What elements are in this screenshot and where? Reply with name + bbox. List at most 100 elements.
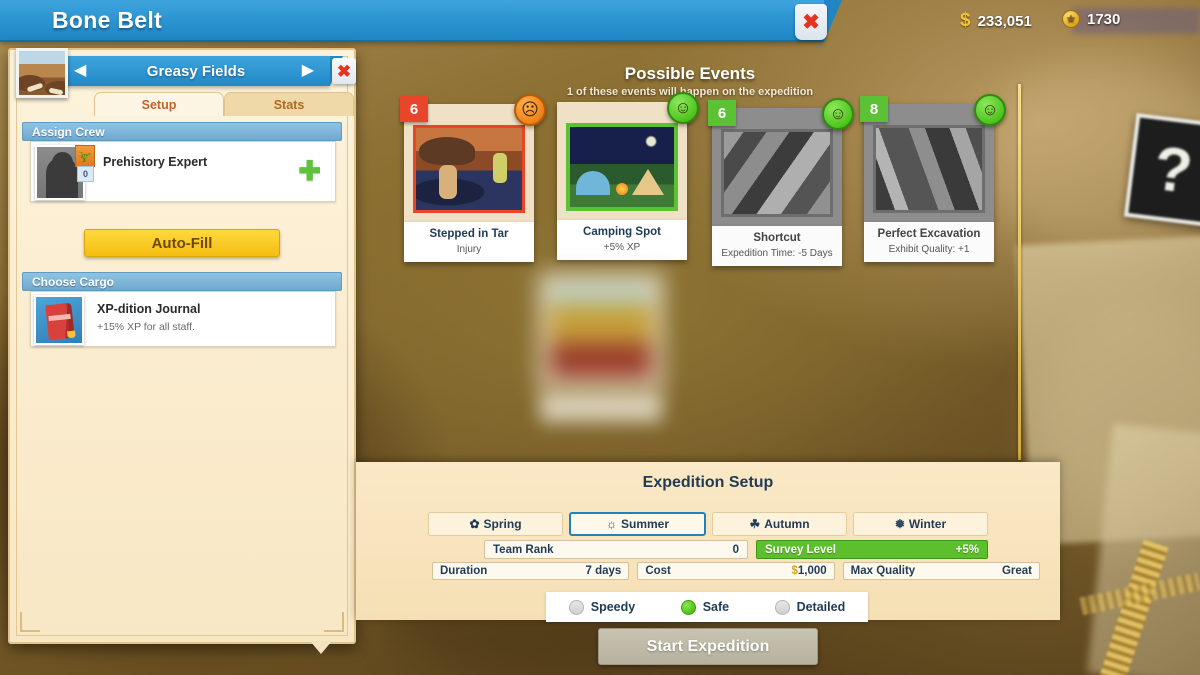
season-summer-label: Summer	[620, 517, 670, 531]
max-quality-label: Max Quality	[850, 565, 916, 577]
cargo-slot-row[interactable]: XP-dition Journal +15% XP for all staff.	[30, 291, 336, 347]
radio-icon	[568, 599, 584, 615]
event-card[interactable]: 6 ☺ Shortcut Expedition Time: -5 Days	[708, 98, 854, 266]
event-card-number: 6	[400, 96, 428, 122]
event-card-label: Perfect Excavation Exhibit Quality: +1	[864, 222, 994, 262]
season-spring-button[interactable]: ✿ Spring	[428, 512, 563, 536]
close-site-panel-button[interactable]: ✖	[332, 58, 356, 84]
panel-notch	[310, 641, 332, 654]
survey-level-label: Survey Level	[765, 543, 836, 556]
survey-level-stat: Survey Level +5%	[756, 540, 988, 559]
choose-cargo-label: Choose Cargo	[32, 274, 115, 289]
cost-label: Cost	[645, 565, 671, 577]
tab-stats-label: Stats	[273, 97, 305, 112]
happy-face-icon: ☺	[822, 98, 854, 130]
pace-speedy-option[interactable]: Speedy	[568, 599, 636, 615]
cost-value-group: $1,000	[791, 565, 826, 577]
possible-events-title: Possible Events	[624, 64, 756, 83]
top-header-bar: Bone Belt	[0, 0, 842, 42]
pace-detailed-option[interactable]: Detailed	[774, 599, 846, 615]
event-card-effect: +5% XP	[603, 242, 641, 253]
blurred-background-card-label	[540, 392, 662, 422]
survey-level-value: +5%	[955, 543, 979, 556]
question-mark-card-icon: ?	[1123, 113, 1200, 227]
event-card-frame: 8 ☺	[860, 94, 1006, 222]
event-card-title: Shortcut	[753, 232, 801, 244]
next-site-arrow-icon[interactable]: ▶	[302, 63, 314, 79]
radio-icon	[774, 599, 790, 615]
pace-safe-label: Safe	[702, 600, 730, 614]
team-rank-label: Team Rank	[493, 543, 554, 556]
badge-glyph: 🦖	[78, 150, 92, 163]
event-card-number: 8	[860, 96, 888, 122]
site-name-label: Greasy Fields	[146, 62, 246, 80]
pace-speedy-label: Speedy	[590, 600, 636, 614]
prehistory-badge-icon: 🦖	[75, 145, 95, 167]
corner-ornament	[20, 606, 46, 632]
season-summer-button[interactable]: ☼ Summer	[569, 512, 706, 536]
corner-ornament	[318, 606, 344, 632]
money-currency: $ 233,051	[960, 10, 1032, 32]
close-window-button[interactable]: ✖	[795, 4, 827, 40]
sidebar-tabs: Setup Stats	[94, 92, 354, 116]
event-card-label: Stepped in Tar Injury	[404, 222, 534, 262]
radio-icon-selected	[680, 599, 696, 615]
gold-coin-icon: ★	[1062, 10, 1080, 28]
event-card-art	[413, 125, 525, 213]
season-autumn-label: Autumn	[764, 517, 810, 531]
event-card-art	[721, 129, 833, 217]
fame-currency: ★ 1730	[1062, 10, 1120, 28]
cargo-name-label: XP-dition Journal	[97, 302, 201, 316]
event-card-title: Camping Spot	[583, 226, 661, 238]
cost-value: 1,000	[797, 565, 827, 577]
page-title: Bone Belt	[52, 6, 163, 33]
journal-book-icon	[34, 295, 84, 345]
event-card[interactable]: ☺ Camping Spot +5% XP	[557, 92, 699, 260]
happy-face-icon: ☺	[667, 92, 699, 124]
max-quality-value: Great	[1001, 565, 1032, 577]
dollar-coin-icon: $	[960, 10, 971, 31]
close-icon: ✖	[336, 61, 352, 81]
max-quality-stat: Max Quality Great	[842, 562, 1040, 580]
sun-icon: ☼	[605, 517, 617, 531]
tab-stats[interactable]: Stats	[224, 92, 354, 116]
choose-cargo-header: Choose Cargo	[22, 272, 342, 291]
event-card[interactable]: 6 ☹ Stepped in Tar Injury	[400, 94, 546, 262]
snowflake-icon: ❅	[894, 517, 905, 531]
dig-site-thumbnail[interactable]	[16, 48, 68, 98]
pace-safe-option[interactable]: Safe	[680, 599, 730, 615]
event-card-effect: Expedition Time: -5 Days	[721, 248, 833, 259]
crew-rank-badge: 0	[77, 166, 94, 182]
event-cards-row: 6 ☹ Stepped in Tar Injury ☺ Camping Spot…	[400, 92, 1006, 266]
start-expedition-button[interactable]: Start Expedition	[598, 628, 818, 665]
cargo-description-label: +15% XP for all staff.	[97, 321, 195, 333]
tab-setup[interactable]: Setup	[94, 92, 224, 116]
duration-value: 7 days	[585, 565, 622, 577]
close-icon: ✖	[802, 10, 820, 34]
event-card-art	[566, 123, 678, 211]
event-card-effect: Exhibit Quality: +1	[888, 244, 970, 255]
duration-label: Duration	[440, 565, 488, 577]
event-card-number: 6	[708, 100, 736, 126]
season-winter-label: Winter	[908, 517, 947, 531]
crew-slot-row[interactable]: 🦖 0 Prehistory Expert ✚	[30, 141, 336, 202]
season-autumn-button[interactable]: ☘ Autumn	[712, 512, 847, 536]
cost-stat: Cost $1,000	[637, 562, 835, 580]
add-crew-plus-icon[interactable]: ✚	[298, 158, 321, 185]
expedition-setup-panel: Expedition Setup ✿ Spring ☼ Summer ☘ Aut…	[356, 462, 1060, 622]
money-amount: 233,051	[977, 12, 1032, 30]
prev-site-arrow-icon[interactable]: ◀	[74, 63, 86, 79]
assign-crew-label: Assign Crew	[32, 124, 105, 139]
assign-crew-header: Assign Crew	[22, 122, 342, 141]
team-rank-stat: Team Rank 0	[484, 540, 748, 559]
pace-selector: Speedy Safe Detailed	[546, 592, 868, 622]
crew-role-label: Prehistory Expert	[103, 155, 208, 169]
sad-face-icon: ☹	[514, 94, 546, 126]
season-spring-label: Spring	[483, 517, 522, 531]
rank-and-survey-row: Team Rank 0 Survey Level +5%	[484, 540, 988, 559]
event-card[interactable]: 8 ☺ Perfect Excavation Exhibit Quality: …	[860, 94, 1006, 262]
event-card-label: Shortcut Expedition Time: -5 Days	[712, 226, 842, 266]
pace-detailed-label: Detailed	[796, 600, 846, 614]
auto-fill-button[interactable]: Auto-Fill	[84, 229, 280, 257]
season-winter-button[interactable]: ❅ Winter	[853, 512, 988, 536]
